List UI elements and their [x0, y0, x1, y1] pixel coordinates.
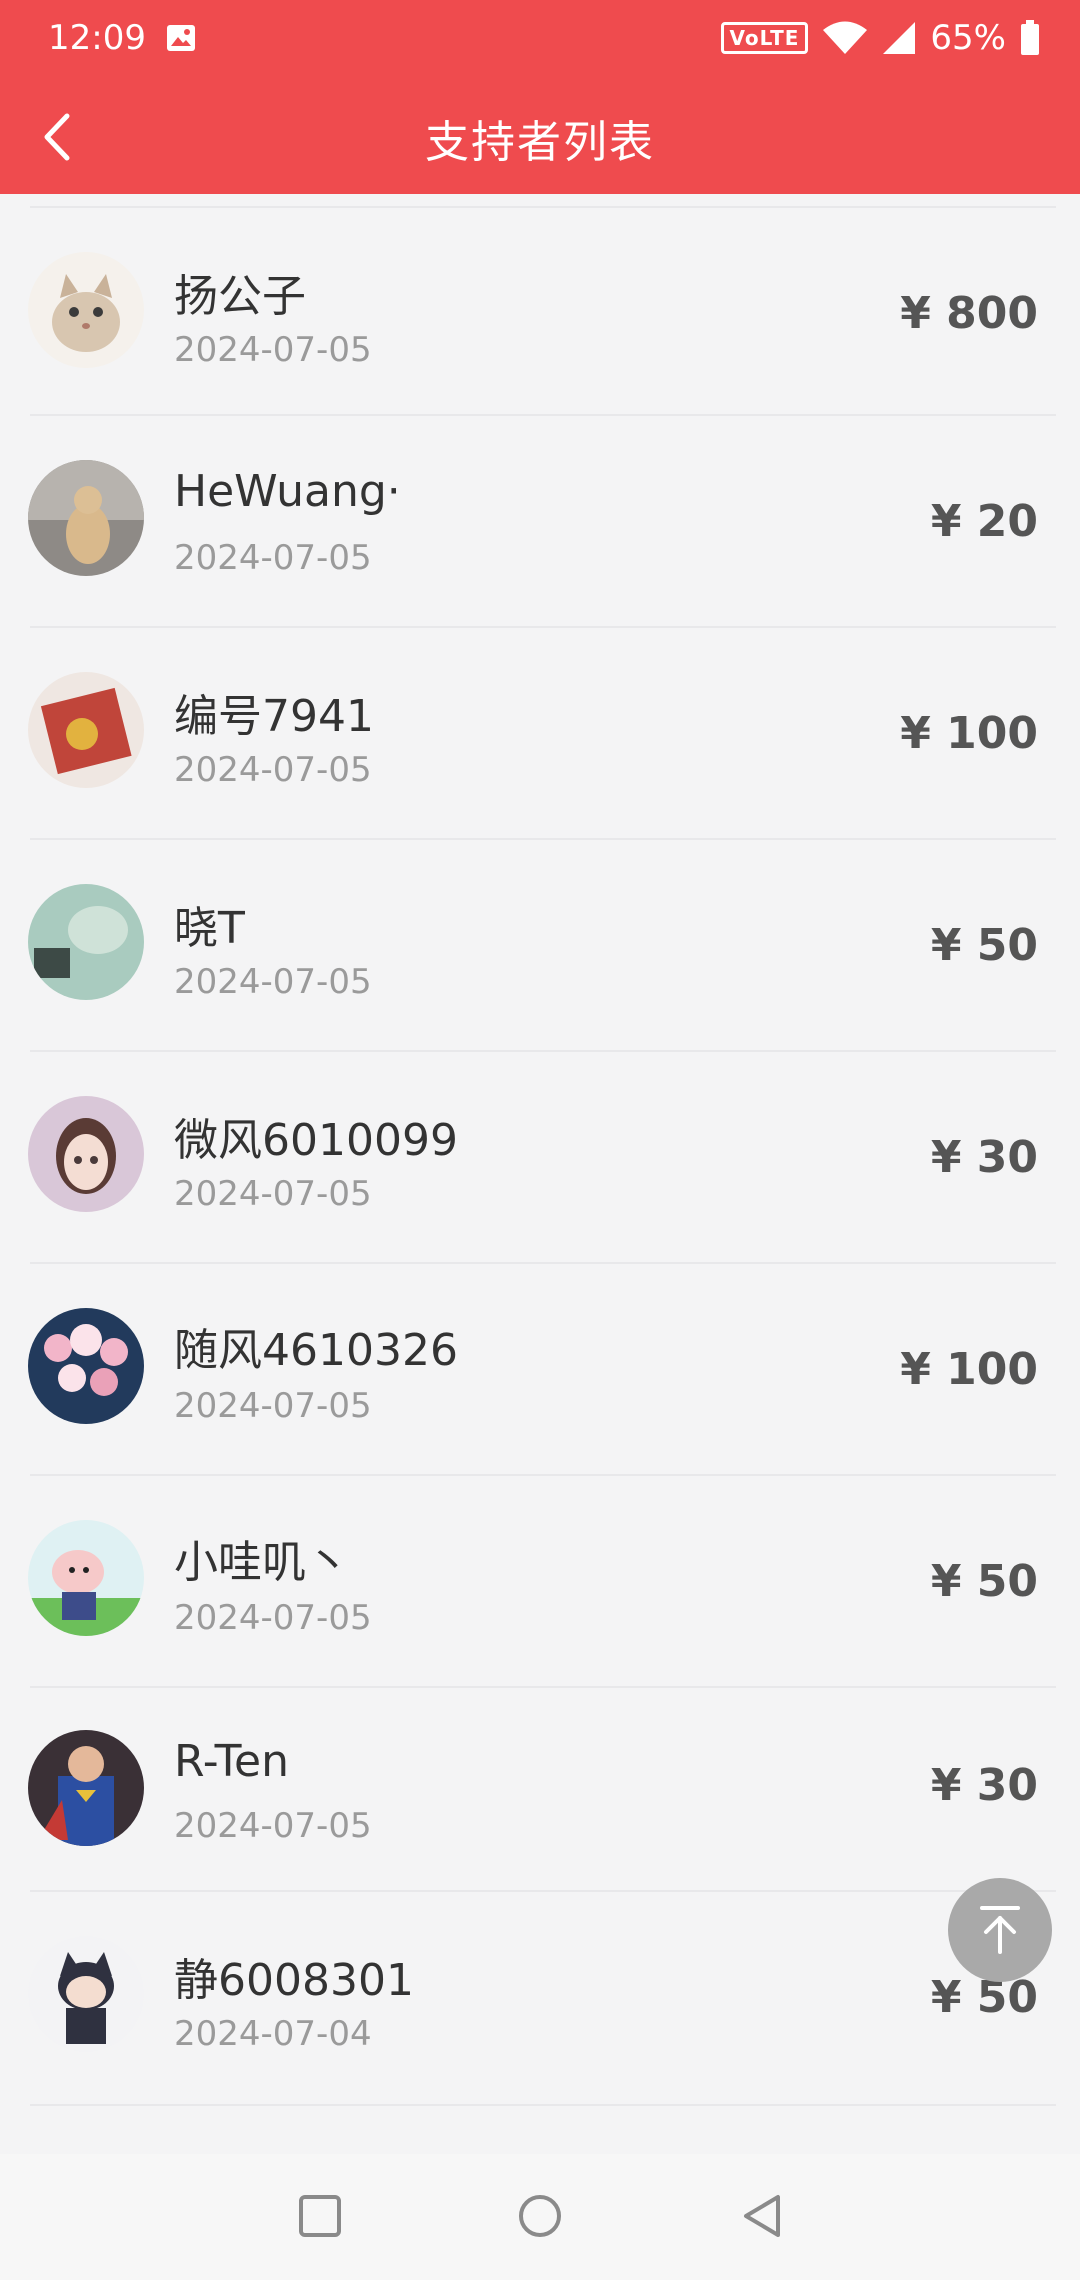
supporter-name: R-Ten [174, 1736, 289, 1787]
wifi-icon [823, 21, 868, 54]
support-date: 2024-07-05 [174, 1174, 372, 1214]
supporter-name: 小哇叽丶 [174, 1537, 350, 1588]
image-notification-icon [167, 25, 195, 51]
supporter-name: HeWuang· [174, 466, 401, 517]
support-amount: ¥ 30 [930, 1760, 1038, 1811]
supporter-row[interactable]: HeWuang· 2024-07-05 ¥ 20 [0, 416, 1080, 628]
support-date: 2024-07-05 [174, 538, 372, 578]
nav-home-button[interactable] [508, 2184, 572, 2248]
support-date: 2024-07-05 [174, 1386, 372, 1426]
circle-icon [519, 2195, 561, 2237]
supporter-name: 编号7941 [174, 691, 374, 742]
square-icon [299, 2195, 341, 2237]
support-amount: ¥ 100 [900, 1344, 1038, 1395]
support-date: 2024-07-05 [174, 1598, 372, 1638]
avatar [28, 672, 144, 788]
supporter-row[interactable]: R-Ten 2024-07-05 ¥ 30 [0, 1688, 1080, 1892]
battery-icon [1021, 20, 1039, 55]
support-date: 2024-07-05 [174, 1806, 372, 1846]
avatar [28, 1308, 144, 1424]
supporter-row[interactable]: 静6008301 2024-07-04 ¥ 50 [0, 1892, 1080, 2106]
support-amount: ¥ 50 [930, 1556, 1038, 1607]
supporter-name: 微风6010099 [174, 1115, 458, 1166]
status-right: VoLTE 65% [720, 18, 1040, 58]
supporter-name: 晓T [174, 903, 245, 954]
divider [30, 2104, 1056, 2106]
arrow-up-to-top-icon [980, 1906, 1020, 1954]
title-bar: 支持者列表 [0, 80, 1080, 194]
nav-recents-button[interactable] [288, 2184, 352, 2248]
avatar [28, 884, 144, 1000]
supporter-name: 静6008301 [174, 1955, 414, 2006]
app-header: 12:09 VoLTE 65% 支持者列表 [0, 0, 1080, 194]
avatar [28, 1730, 144, 1846]
page-title: 支持者列表 [425, 117, 655, 168]
supporter-row[interactable]: 扬公子 2024-07-05 ¥ 800 [0, 208, 1080, 416]
support-date: 2024-07-05 [174, 330, 372, 370]
system-nav-bar [0, 2154, 1080, 2280]
support-amount: ¥ 30 [930, 1132, 1038, 1183]
back-to-top-button[interactable] [948, 1878, 1052, 1982]
support-amount: ¥ 100 [900, 708, 1038, 759]
supporter-row[interactable]: 微风6010099 2024-07-05 ¥ 30 [0, 1052, 1080, 1264]
support-amount: ¥ 50 [930, 920, 1038, 971]
avatar [28, 460, 144, 576]
support-date: 2024-07-05 [174, 750, 372, 790]
avatar [28, 1096, 144, 1212]
status-time: 12:09 [48, 18, 146, 58]
status-bar: 12:09 VoLTE 65% [0, 0, 1080, 80]
support-date: 2024-07-05 [174, 962, 372, 1002]
supporter-row[interactable]: 小哇叽丶 2024-07-05 ¥ 50 [0, 1476, 1080, 1688]
supporter-row[interactable]: 随风4610326 2024-07-05 ¥ 100 [0, 1264, 1080, 1476]
avatar [28, 1520, 144, 1636]
battery-percent: 65% [930, 18, 1006, 58]
avatar [28, 252, 144, 368]
volte-badge: VoLTE [720, 22, 809, 54]
support-amount: ¥ 800 [900, 288, 1038, 339]
supporter-name: 随风4610326 [174, 1325, 458, 1376]
supporter-name: 扬公子 [174, 271, 306, 322]
triangle-left-icon [744, 2195, 780, 2237]
support-date: 2024-07-04 [174, 2014, 372, 2054]
supporters-screen: 12:09 VoLTE 65% 支持者列表 扬公子 2024-07-05 ¥ 8… [0, 0, 1080, 2280]
avatar [28, 1936, 144, 2052]
signal-icon [883, 22, 916, 54]
supporter-row[interactable]: 编号7941 2024-07-05 ¥ 100 [0, 628, 1080, 840]
support-amount: ¥ 20 [930, 496, 1038, 547]
nav-back-button[interactable] [730, 2184, 794, 2248]
supporter-row[interactable]: 晓T 2024-07-05 ¥ 50 [0, 840, 1080, 1052]
